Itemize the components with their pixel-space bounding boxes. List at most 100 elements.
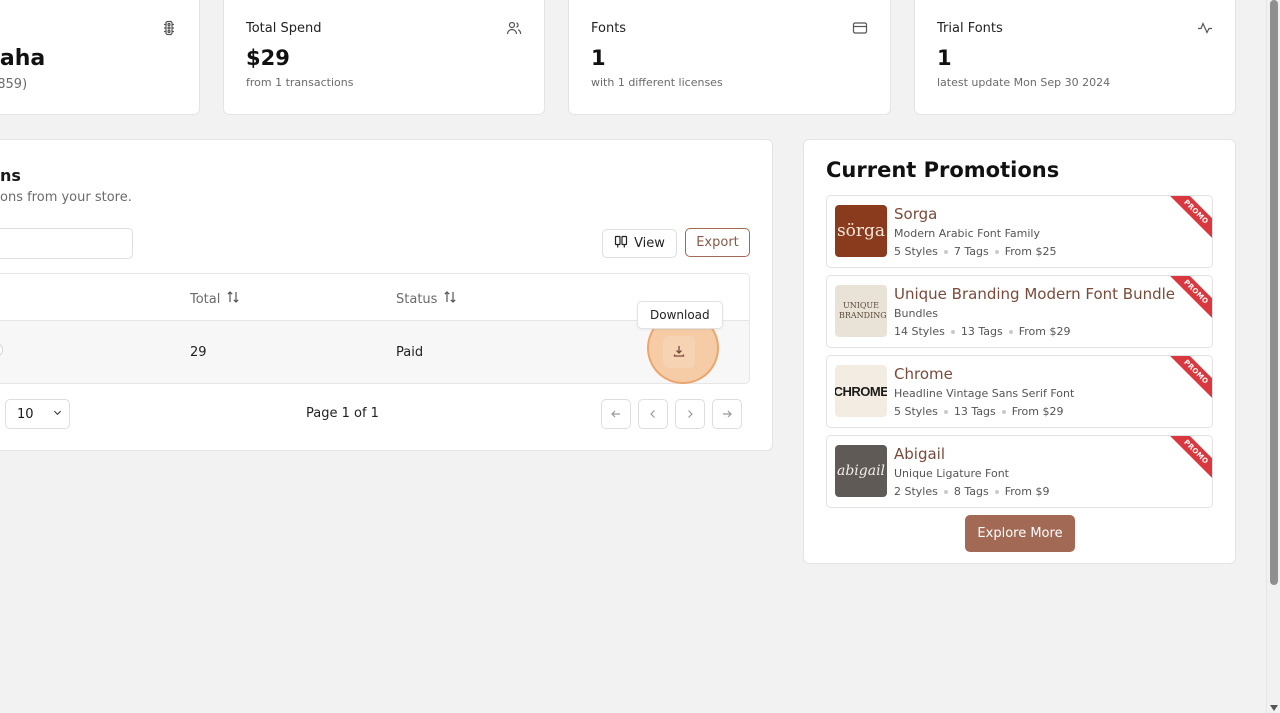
promo-badge: PROMO bbox=[1168, 436, 1212, 480]
row-total: 29 bbox=[190, 345, 207, 360]
promo-meta: 5 Styles 13 Tags From $29 bbox=[894, 405, 1063, 418]
stat-subtext: latest update Mon Sep 30 2024 bbox=[937, 76, 1111, 89]
first-page-button[interactable] bbox=[601, 399, 631, 429]
stat-title: Trial Fonts bbox=[937, 21, 1003, 36]
download-tooltip: Download bbox=[637, 301, 723, 329]
promo-name[interactable]: Sorga bbox=[894, 205, 937, 223]
rows-per-page-select[interactable]: 10 bbox=[5, 399, 70, 429]
stat-title: Fonts bbox=[591, 21, 627, 36]
promo-price: From $29 bbox=[1018, 325, 1071, 338]
promo-thumb-text: CHROME bbox=[835, 383, 887, 399]
promo-item-abigail[interactable]: abigail Abigail Unique Ligature Font 2 S… bbox=[826, 435, 1213, 508]
sort-icon bbox=[226, 290, 240, 308]
chevron-left-icon bbox=[647, 405, 659, 424]
users-icon bbox=[506, 20, 522, 36]
stat-card-trial-fonts: Trial Fonts 1 latest update Mon Sep 30 2… bbox=[914, 0, 1236, 115]
promo-thumb-text: abigail bbox=[836, 463, 886, 479]
view-label: View bbox=[634, 236, 665, 251]
stat-value: $29 bbox=[246, 46, 290, 70]
promo-badge: PROMO bbox=[1168, 356, 1212, 400]
chevron-down-icon bbox=[52, 407, 63, 422]
promo-thumb-text: UNIQUE BRANDING bbox=[839, 301, 887, 320]
arrow-left-icon bbox=[610, 405, 622, 424]
separator-dot bbox=[950, 329, 955, 334]
promo-styles: 14 Styles bbox=[894, 325, 945, 338]
row-avatar bbox=[0, 343, 3, 357]
stat-subtext: from 1 transactions bbox=[246, 76, 354, 89]
promo-name[interactable]: Abigail bbox=[894, 445, 945, 463]
promotions-heading: Current Promotions bbox=[826, 158, 1060, 182]
column-header-total-label: Total bbox=[190, 291, 221, 307]
promo-item-chrome[interactable]: CHROME Chrome Headline Vintage Sans Seri… bbox=[826, 355, 1213, 428]
promo-category: Headline Vintage Sans Serif Font bbox=[894, 387, 1075, 400]
stat-title: Total Spend bbox=[246, 21, 322, 36]
promo-thumbnail: UNIQUE BRANDING bbox=[835, 285, 887, 337]
promo-styles: 5 Styles bbox=[894, 405, 938, 418]
page-indicator: Page 1 of 1 bbox=[306, 406, 379, 421]
view-button[interactable]: View bbox=[602, 229, 677, 258]
promo-thumbnail: sörga bbox=[835, 205, 887, 257]
separator-dot bbox=[943, 409, 948, 414]
promo-category: Modern Arabic Font Family bbox=[894, 227, 1040, 240]
user-name: raha bbox=[0, 46, 46, 71]
credit-card-icon bbox=[852, 20, 868, 36]
promo-thumbnail: CHROME bbox=[835, 365, 887, 417]
promo-thumbnail: abigail bbox=[835, 445, 887, 497]
scrollbar-thumb[interactable] bbox=[1270, 0, 1278, 585]
promo-name[interactable]: Chrome bbox=[894, 365, 953, 383]
rows-per-page-value: 10 bbox=[17, 406, 34, 422]
promo-badge: PROMO bbox=[1168, 276, 1212, 320]
promo-meta: 14 Styles 13 Tags From $29 bbox=[894, 325, 1070, 338]
previous-page-button[interactable] bbox=[638, 399, 668, 429]
promo-category: Unique Ligature Font bbox=[894, 467, 1009, 480]
download-button[interactable] bbox=[663, 336, 695, 368]
promo-tags: 8 Tags bbox=[953, 485, 989, 498]
separator-dot bbox=[994, 489, 999, 494]
separator-dot bbox=[943, 249, 948, 254]
next-page-button[interactable] bbox=[675, 399, 705, 429]
stat-subtext: with 1 different licenses bbox=[591, 76, 723, 89]
row-status: Paid bbox=[396, 345, 424, 360]
promo-price: From $9 bbox=[1004, 485, 1050, 498]
stat-value: 1 bbox=[591, 46, 606, 70]
promo-name[interactable]: Unique Branding Modern Font Bundle bbox=[894, 285, 1175, 303]
search-input[interactable] bbox=[0, 228, 133, 259]
user-id: p859) bbox=[0, 77, 28, 92]
promo-tags: 13 Tags bbox=[953, 405, 996, 418]
promo-ribbon: PROMO bbox=[1168, 436, 1212, 480]
sort-icon bbox=[443, 290, 457, 308]
promo-meta: 5 Styles 7 Tags From $25 bbox=[894, 245, 1056, 258]
columns-icon bbox=[614, 235, 628, 253]
promo-meta: 2 Styles 8 Tags From $9 bbox=[894, 485, 1049, 498]
promo-badge: PROMO bbox=[1168, 196, 1212, 240]
promo-tags: 13 Tags bbox=[960, 325, 1003, 338]
promo-price: From $25 bbox=[1004, 245, 1057, 258]
stat-card-total-spend: Total Spend $29 from 1 transactions bbox=[223, 0, 545, 115]
explore-more-button[interactable]: Explore More bbox=[965, 515, 1075, 552]
transactions-title: ns bbox=[0, 166, 21, 185]
column-header-status[interactable]: Status bbox=[396, 290, 457, 308]
stat-card-user: raha p859) bbox=[0, 0, 200, 115]
export-button[interactable]: Export bbox=[685, 228, 750, 257]
stat-card-fonts: Fonts 1 with 1 different licenses bbox=[568, 0, 891, 115]
separator-dot bbox=[994, 249, 999, 254]
traffic-light-icon bbox=[161, 20, 177, 36]
last-page-button[interactable] bbox=[712, 399, 742, 429]
promo-thumb-text: sörga bbox=[836, 221, 886, 241]
promo-styles: 2 Styles bbox=[894, 485, 938, 498]
column-header-status-label: Status bbox=[396, 291, 438, 307]
column-header-total[interactable]: Total bbox=[190, 290, 240, 308]
chevron-right-icon bbox=[684, 405, 696, 424]
promo-styles: 5 Styles bbox=[894, 245, 938, 258]
table-row: 29 Paid bbox=[0, 320, 749, 383]
transactions-subtitle: ons from your store. bbox=[0, 190, 132, 205]
promo-ribbon: PROMO bbox=[1168, 356, 1212, 400]
promo-tags: 7 Tags bbox=[953, 245, 989, 258]
page-scrollbar[interactable] bbox=[1266, 0, 1280, 713]
activity-icon bbox=[1197, 20, 1213, 36]
promo-item-unique-branding[interactable]: UNIQUE BRANDING Unique Branding Modern F… bbox=[826, 275, 1213, 348]
scroll-down-arrow[interactable] bbox=[1270, 705, 1278, 711]
promo-item-sorga[interactable]: sörga Sorga Modern Arabic Font Family 5 … bbox=[826, 195, 1213, 268]
separator-dot bbox=[1001, 409, 1006, 414]
download-icon bbox=[672, 343, 686, 362]
